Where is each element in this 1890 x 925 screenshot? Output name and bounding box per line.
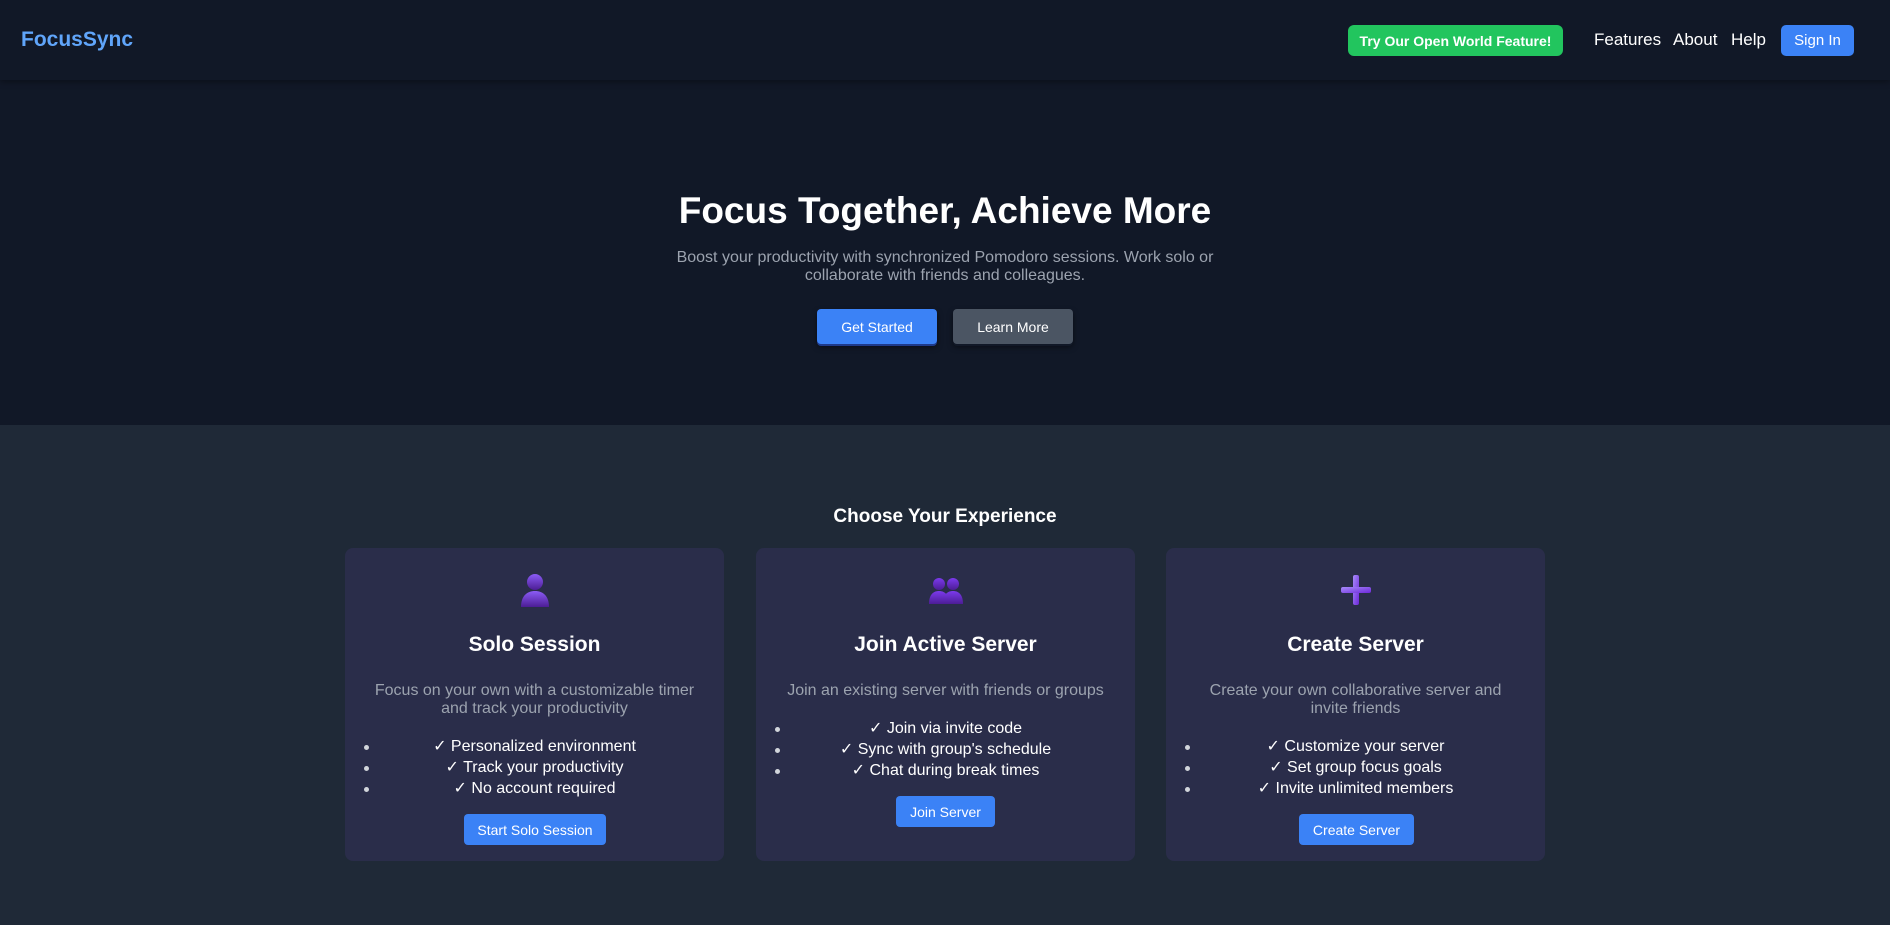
feature-item: ✓ Chat during break times bbox=[756, 760, 1135, 781]
feature-item: ✓ Customize your server bbox=[1166, 736, 1545, 757]
join-server-button[interactable]: Join Server bbox=[896, 796, 995, 827]
sign-in-button[interactable]: Sign In bbox=[1781, 25, 1854, 56]
card-description: Join an existing server with friends or … bbox=[787, 682, 1104, 699]
nav-link-help[interactable]: Help bbox=[1731, 30, 1766, 50]
feature-list: ✓ Join via invite code ✓ Sync with group… bbox=[756, 718, 1135, 781]
learn-more-button[interactable]: Learn More bbox=[953, 309, 1073, 344]
card-description: Focus on your own with a customizable ti… bbox=[374, 682, 695, 717]
feature-list: ✓ Personalized environment ✓ Track your … bbox=[345, 736, 724, 799]
feature-item: ✓ No account required bbox=[345, 778, 724, 799]
card-description: Create your own collaborative server and… bbox=[1209, 682, 1502, 717]
open-world-button[interactable]: Try Our Open World Feature! bbox=[1348, 25, 1563, 56]
section-title: Choose Your Experience bbox=[833, 506, 1057, 527]
card-title: Join Active Server bbox=[854, 633, 1037, 656]
person-icon bbox=[345, 570, 724, 610]
start-solo-session-button[interactable]: Start Solo Session bbox=[464, 814, 606, 845]
feature-list: ✓ Customize your server ✓ Set group focu… bbox=[1166, 736, 1545, 799]
nav-link-about[interactable]: About bbox=[1673, 30, 1717, 50]
card-title: Solo Session bbox=[468, 633, 601, 656]
hero-title: Focus Together, Achieve More bbox=[678, 190, 1212, 231]
feature-item: ✓ Join via invite code bbox=[756, 718, 1135, 739]
feature-item: ✓ Sync with group's schedule bbox=[756, 739, 1135, 760]
feature-item: ✓ Personalized environment bbox=[345, 736, 724, 757]
get-started-button[interactable]: Get Started bbox=[817, 309, 937, 344]
navbar: FocusSync Try Our Open World Feature! Fe… bbox=[0, 0, 1890, 80]
brand-logo[interactable]: FocusSync bbox=[21, 28, 133, 52]
hero-section: Focus Together, Achieve More Boost your … bbox=[0, 80, 1890, 425]
card-solo-session: Solo Session Focus on your own with a cu… bbox=[345, 548, 724, 861]
plus-icon bbox=[1166, 570, 1545, 610]
feature-item: ✓ Set group focus goals bbox=[1166, 757, 1545, 778]
group-icon bbox=[756, 570, 1135, 610]
feature-item: ✓ Track your productivity bbox=[345, 757, 724, 778]
feature-item: ✓ Invite unlimited members bbox=[1166, 778, 1545, 799]
card-create-server: Create Server Create your own collaborat… bbox=[1166, 548, 1545, 861]
nav-link-features[interactable]: Features bbox=[1594, 30, 1661, 50]
card-title: Create Server bbox=[1287, 633, 1424, 656]
create-server-button[interactable]: Create Server bbox=[1299, 814, 1414, 845]
card-join-server: Join Active Server Join an existing serv… bbox=[756, 548, 1135, 861]
hero-subtitle: Boost your productivity with synchronize… bbox=[676, 249, 1214, 284]
